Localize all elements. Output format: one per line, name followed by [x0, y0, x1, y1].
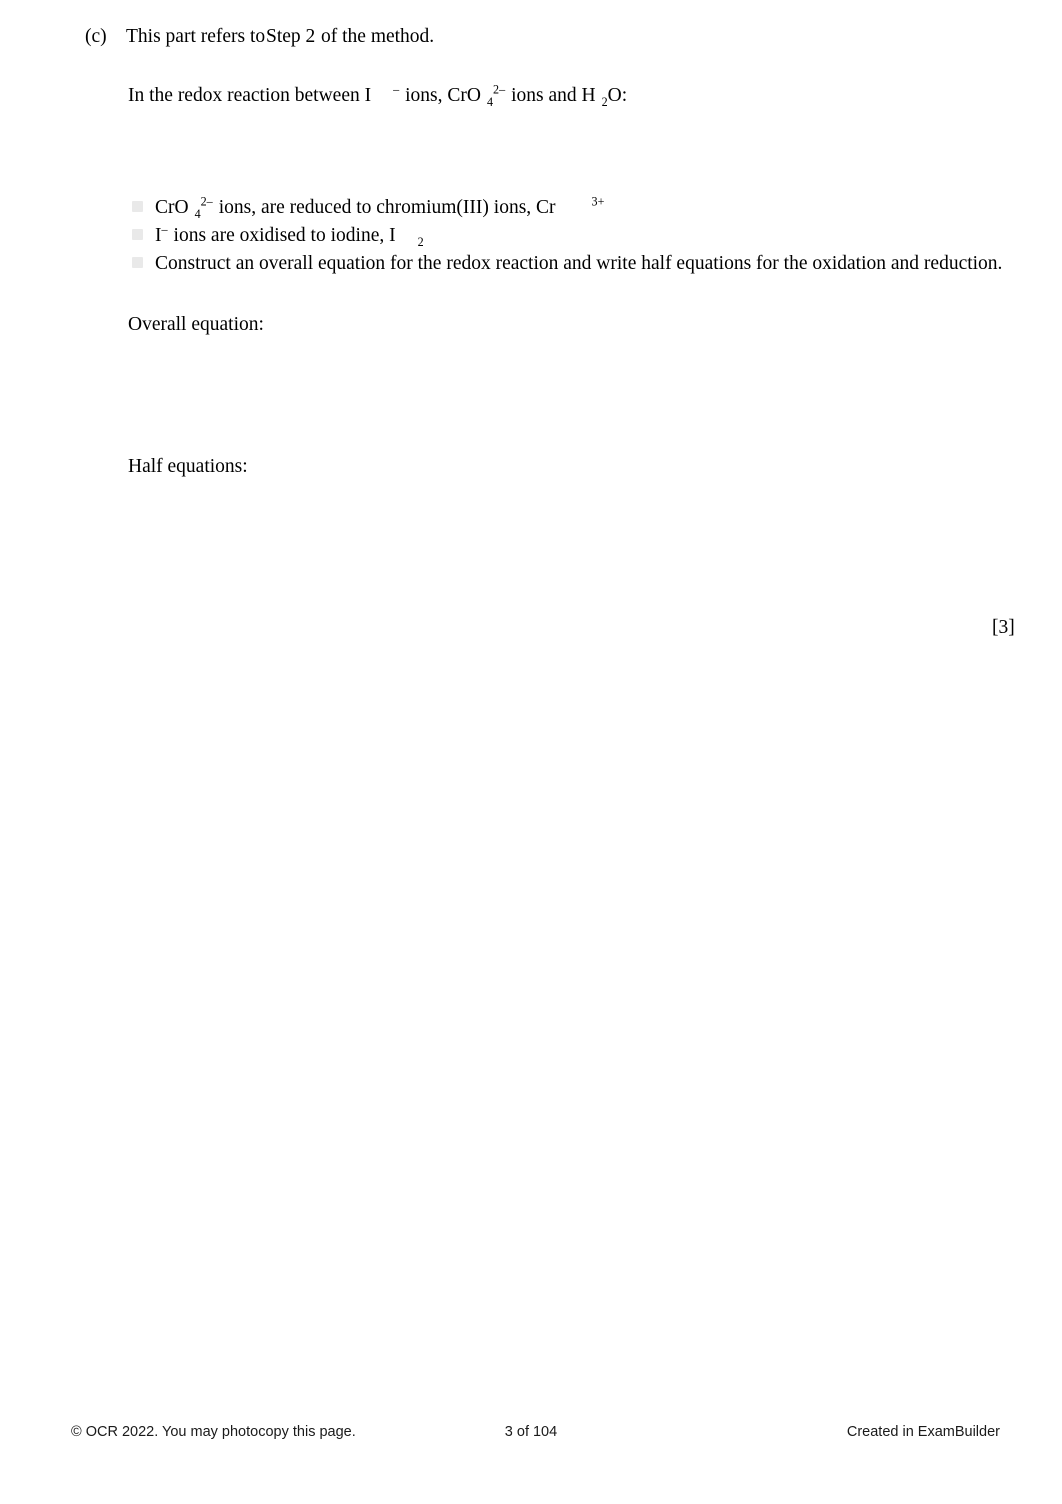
question-part-tail: of the method. [321, 26, 435, 47]
chromium-charge-superscript: 3+ [591, 194, 605, 209]
iodine-subscript: 2 [417, 234, 424, 249]
chromate-charge-superscript: 2– [200, 194, 213, 209]
iodide-mid-text: ions are oxidised to iodine, I [173, 225, 396, 246]
chromate-lead: CrO [155, 197, 189, 218]
intro-tail: O: [607, 85, 628, 106]
intro-mid-1: ions, CrO [405, 85, 481, 106]
page-footer: © OCR 2022. You may photocopy this page.… [0, 1424, 1062, 1446]
intro-lead: In the redox reaction between I [128, 85, 372, 106]
bullet-construct-instruction: Construct an overall equation for the re… [155, 253, 1003, 274]
question-part-label: (c) [85, 26, 107, 47]
chromate-mid-text: ions, are reduced to chromium(III) ions,… [218, 197, 556, 218]
iodide-charge-superscript: – [161, 222, 168, 237]
square-bullet-icon [132, 229, 143, 240]
marks-allocation: [3] [992, 617, 1015, 638]
list-item: Construct an overall equation for the re… [128, 252, 1002, 280]
footer-created-by: Created in ExamBuilder [846, 1424, 1000, 1440]
square-bullet-icon [132, 257, 143, 268]
instruction-bullet-list: CrO 42– ions, are reduced to chromium(III)… [128, 194, 1002, 280]
exam-question-page: (c) This part refers to Step 2 of the me… [0, 0, 1062, 1504]
question-part-text: This part refers to [126, 26, 266, 47]
chromate-charge-superscript: 2– [493, 82, 506, 97]
overall-equation-prompt: Overall equation: [128, 314, 264, 335]
bullet-chromate-reduction: CrO 42– ions, are reduced to chromium(III)… [155, 194, 605, 221]
half-equations-prompt: Half equations: [128, 456, 248, 477]
intro-mid-2: ions and H [511, 85, 596, 106]
bullet-iodide-oxidation: I– ions are oxidised to iodine, I2 [155, 222, 424, 249]
list-item: CrO 42– ions, are reduced to chromium(III)… [128, 194, 988, 224]
step-reference: Step 2 [266, 26, 316, 47]
list-item: I– ions are oxidised to iodine, I2 [128, 222, 988, 252]
square-bullet-icon [132, 201, 143, 212]
chromate-subscript: 4 [194, 206, 201, 221]
redox-intro-line: In the redox reaction between I – ions, Cr… [128, 82, 628, 107]
iodide-charge-superscript: – [393, 82, 400, 97]
